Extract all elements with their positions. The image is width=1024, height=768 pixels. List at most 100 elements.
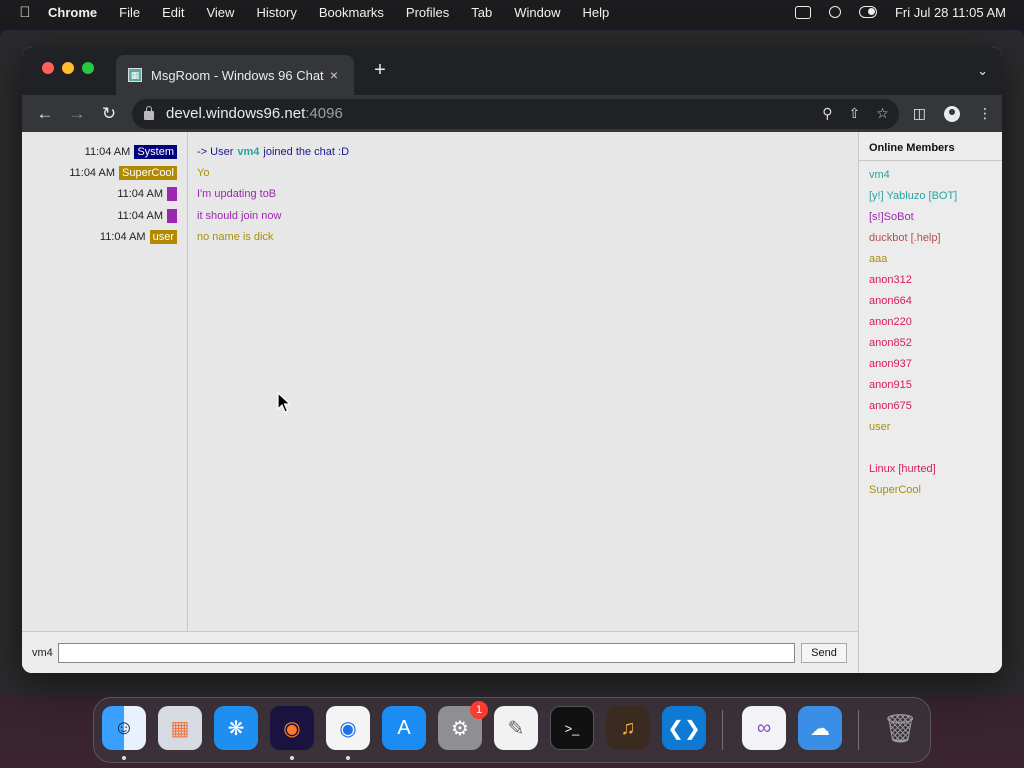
menu-view[interactable]: View xyxy=(206,5,234,20)
message-part: -> User xyxy=(197,146,234,158)
chrome-icon[interactable]: ◉ xyxy=(326,706,370,750)
msgroom-page: 11:04 AM System 11:04 AM SuperCool 11:04… xyxy=(22,132,1002,673)
member-item[interactable]: anon220 xyxy=(869,316,912,328)
reload-button[interactable]: ↻ xyxy=(96,101,122,127)
online-members-title: Online Members xyxy=(859,132,1002,161)
message-text: -> User vm4 joined the chat :D xyxy=(197,144,349,160)
user-badge[interactable]: System xyxy=(134,145,177,159)
browser-window: ▦ MsgRoom - Windows 96 Chat × + ⌄ ← → ↻ … xyxy=(22,47,1002,673)
member-item[interactable]: aaa xyxy=(869,253,887,265)
tab-close-icon[interactable]: × xyxy=(326,67,342,83)
message-username[interactable]: vm4 xyxy=(237,146,259,158)
menu-tab[interactable]: Tab xyxy=(471,5,492,20)
finder-icon[interactable]: ☺ xyxy=(102,706,146,750)
message-time: 11:04 AM xyxy=(99,231,146,243)
close-window-button[interactable] xyxy=(42,62,54,74)
message-text: I'm updating toB xyxy=(197,188,277,200)
menu-clock[interactable]: Fri Jul 28 11:05 AM xyxy=(895,5,1006,20)
menu-edit[interactable]: Edit xyxy=(162,5,184,20)
vscode-icon[interactable]: ❮❯ xyxy=(662,706,706,750)
message-meta: 11:04 AM user xyxy=(100,229,177,245)
menu-bookmarks[interactable]: Bookmarks xyxy=(319,5,384,20)
member-item[interactable]: anon675 xyxy=(869,400,912,412)
screen-mirroring-icon[interactable] xyxy=(794,5,811,19)
chrome-running-dot xyxy=(346,756,350,760)
menu-history[interactable]: History xyxy=(256,5,296,20)
textedit-icon[interactable]: ✎ xyxy=(494,706,538,750)
user-badge[interactable]: SuperCool xyxy=(119,166,177,180)
bookmark-star-icon[interactable]: ☆ xyxy=(876,105,889,122)
tab-msgroom[interactable]: ▦ MsgRoom - Windows 96 Chat × xyxy=(116,55,354,95)
message-meta: 11:04 AM xyxy=(117,208,177,224)
nickname-label[interactable]: vm4 xyxy=(32,647,53,659)
message-meta: 11:04 AM System xyxy=(85,144,177,160)
firefox-icon[interactable]: ◉ xyxy=(270,706,314,750)
message-meta: 11:04 AM SuperCool xyxy=(69,165,177,181)
member-item[interactable]: SuperCool xyxy=(869,484,921,496)
msgroom-favicon-icon: ▦ xyxy=(128,68,142,82)
member-item[interactable]: [y!] Yabluzo [BOT] xyxy=(869,190,957,202)
finder-running-dot xyxy=(122,756,126,760)
profile-avatar-icon[interactable] xyxy=(944,105,960,122)
chrome-menu-icon[interactable]: ⋮ xyxy=(978,105,992,122)
zoom-search-icon[interactable]: ⚲ xyxy=(822,105,832,122)
maximize-window-button[interactable] xyxy=(82,62,94,74)
garageband-icon[interactable]: ♫ xyxy=(606,706,650,750)
menu-profiles[interactable]: Profiles xyxy=(406,5,449,20)
side-panel-icon[interactable]: ◫ xyxy=(913,105,926,122)
terminal-icon[interactable]: >_ xyxy=(550,706,594,750)
member-item[interactable]: duckbot [.help] xyxy=(869,232,941,244)
tab-title: MsgRoom - Windows 96 Chat xyxy=(151,67,324,83)
lock-icon[interactable] xyxy=(144,106,154,120)
message-text: it should join now xyxy=(197,210,282,222)
chat-area: 11:04 AM System 11:04 AM SuperCool 11:04… xyxy=(22,132,858,631)
control-center-icon[interactable] xyxy=(858,6,877,18)
member-item[interactable]: anon312 xyxy=(869,274,912,286)
message-time: 11:04 AM xyxy=(69,167,116,179)
member-item[interactable]: [s!]SoBot xyxy=(869,211,914,223)
safari-icon[interactable]: ❋ xyxy=(214,706,258,750)
launchpad-icon[interactable]: ▦ xyxy=(158,706,202,750)
back-button[interactable]: ← xyxy=(32,101,58,127)
message-part: joined the chat :D xyxy=(263,146,350,158)
address-bar[interactable]: devel.windows96.net:4096 ⚲ ⇧ ☆ xyxy=(132,98,899,129)
tab-strip: ▦ MsgRoom - Windows 96 Chat × + ⌄ xyxy=(22,47,1002,95)
apple-icon[interactable]:  xyxy=(10,4,40,21)
menu-bar:  Chrome File Edit View History Bookmark… xyxy=(0,0,1024,24)
member-item[interactable]: vm4 xyxy=(869,169,890,181)
member-item[interactable]: anon664 xyxy=(869,295,912,307)
user-badge[interactable]: user xyxy=(149,230,177,244)
message-meta-column: 11:04 AM System 11:04 AM SuperCool 11:04… xyxy=(22,132,188,631)
weather-icon[interactable]: ☁ xyxy=(798,706,842,750)
spotlight-icon[interactable] xyxy=(828,6,841,18)
message-input[interactable] xyxy=(58,643,795,663)
forward-button[interactable]: → xyxy=(64,101,90,127)
share-icon[interactable]: ⇧ xyxy=(848,105,860,122)
url-host: devel.windows96.net xyxy=(166,105,306,122)
browser-toolbar: ← → ↻ devel.windows96.net:4096 ⚲ ⇧ ☆ ◫ ⋮ xyxy=(22,95,1002,132)
dock: ☺ ▦ ❋ ◉ ◉ A ⚙ 1 ✎ >_ ♫ ❮❯ ∞ ☁ 🗑 xyxy=(93,697,931,763)
member-item[interactable]: user xyxy=(869,421,890,433)
menu-app-chrome[interactable]: Chrome xyxy=(48,5,97,20)
member-item[interactable]: anon915 xyxy=(869,379,912,391)
send-button[interactable]: Send xyxy=(801,643,847,663)
menu-file[interactable]: File xyxy=(119,5,140,20)
user-badge[interactable] xyxy=(167,209,177,223)
member-item[interactable]: anon937 xyxy=(869,358,912,370)
menu-window[interactable]: Window xyxy=(514,5,560,20)
visual-studio-icon[interactable]: ∞ xyxy=(742,706,786,750)
window-controls xyxy=(42,62,94,74)
message-column: -> User vm4 joined the chat :D Yo I'm up… xyxy=(189,132,858,631)
message-text: no name is dick xyxy=(197,231,274,243)
user-badge[interactable] xyxy=(167,187,177,201)
member-item[interactable]: anon852 xyxy=(869,337,912,349)
member-item[interactable]: Linux [hurted] xyxy=(869,463,936,475)
app-store-icon[interactable]: A xyxy=(382,706,426,750)
menu-help[interactable]: Help xyxy=(583,5,610,20)
tab-search-chevron-icon[interactable]: ⌄ xyxy=(977,63,988,79)
trash-icon[interactable]: 🗑 xyxy=(878,706,922,750)
new-tab-button[interactable]: + xyxy=(368,59,392,82)
minimize-window-button[interactable] xyxy=(62,62,74,74)
firefox-running-dot xyxy=(290,756,294,760)
message-meta: 11:04 AM xyxy=(117,186,177,202)
